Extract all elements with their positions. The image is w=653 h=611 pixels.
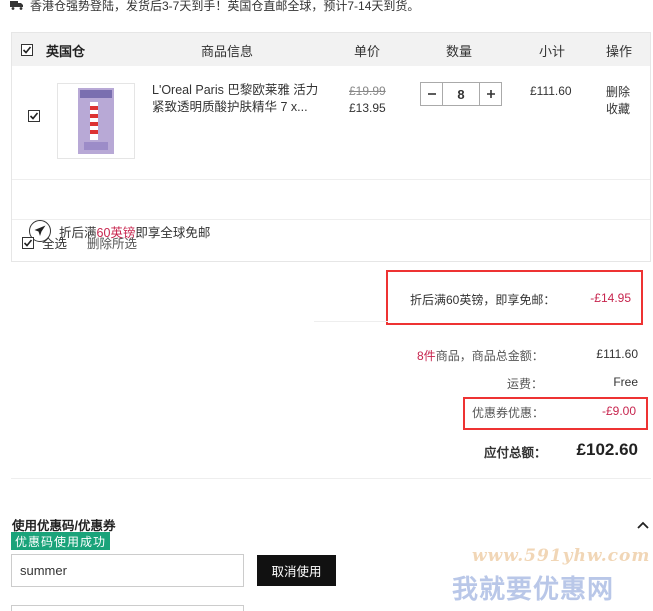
free-shipping-discount-label: 折后满60英镑，即享免邮： [410, 293, 556, 307]
coupon-success-badge: 优惠码使用成功 [11, 532, 111, 550]
shipping-notice: 香港仓强势登陆，发货后3-7天到手！英国仓直邮全球，预计7-14天到货。 [10, 0, 419, 14]
chevron-up-icon[interactable] [637, 518, 649, 532]
delete-link[interactable]: 删除 [606, 84, 630, 101]
col-actions: 操作 [606, 44, 633, 59]
total-value: £102.60 [576, 440, 638, 459]
free-shipping-discount-value: -£14.95 [590, 291, 631, 305]
quantity-value[interactable]: 8 [443, 83, 479, 105]
favorite-link[interactable]: 收藏 [606, 101, 630, 118]
coupon-discount-box: 优惠券优惠： -£9.00 [463, 397, 648, 430]
product-thumbnail[interactable] [57, 83, 135, 159]
col-quantity: 数量 [446, 44, 473, 59]
col-subtotal: 小计 [539, 44, 566, 59]
truck-icon [10, 0, 24, 10]
coupon-code-input[interactable] [11, 554, 244, 587]
item-actions: 删除 收藏 [606, 84, 630, 118]
divider [11, 478, 651, 479]
item-subtotal: £111.60 [530, 84, 572, 98]
divider [314, 321, 388, 322]
warehouse-checkbox[interactable] [21, 44, 33, 56]
delete-selected-link[interactable]: 删除所选 [87, 233, 137, 252]
divider [12, 219, 650, 220]
shipping-value: Free [613, 375, 638, 389]
goods-total-label: 8件商品，商品总金额： [417, 349, 544, 363]
notice-text: 香港仓强势登陆，发货后3-7天到手！英国仓直邮全球，预计7-14天到货。 [30, 0, 420, 13]
item-checkbox[interactable] [28, 110, 40, 122]
total-label: 应付总额： [484, 446, 547, 460]
select-all-label[interactable]: 全选 [42, 233, 67, 252]
minus-icon [427, 93, 436, 95]
select-all-row: 全选 删除所选 [22, 233, 137, 252]
select-all-checkbox[interactable] [22, 236, 34, 249]
cart-header: 英国仓 商品信息 单价 数量 小计 操作 [12, 33, 650, 66]
warehouse-name: 英国仓 [46, 44, 86, 59]
coupon-discount-label: 优惠券优惠： [472, 406, 545, 420]
decrease-quantity-button[interactable] [421, 83, 443, 105]
free-shipping-discount-box: 折后满60英镑，即享免邮： -£14.95 [386, 270, 643, 325]
coupon-discount-value: -£9.00 [601, 404, 636, 418]
plus-icon [486, 90, 495, 98]
col-unit-price: 单价 [354, 44, 381, 59]
col-product: 商品信息 [201, 44, 254, 59]
second-input-field[interactable] [11, 605, 244, 611]
watermark-url: www.591yhw.com [472, 546, 651, 566]
divider [12, 179, 650, 180]
shipping-label: 运费： [507, 377, 544, 391]
goods-total-value: £111.60 [596, 347, 638, 361]
product-name[interactable]: L'Oreal Paris 巴黎欧莱雅 活力紧致透明质酸护肤精华 7 x... [152, 82, 322, 116]
watermark-text: 我就要优惠网 [452, 574, 615, 604]
quantity-stepper: 8 [420, 82, 502, 106]
original-price: £19.99 [349, 84, 386, 98]
watermark: www.591yhw.com 我就要优惠网 [452, 546, 652, 608]
cancel-coupon-button[interactable]: 取消使用 [257, 555, 336, 586]
cart-panel: 英国仓 商品信息 单价 数量 小计 操作 L'Oreal Paris 巴黎欧莱雅… [11, 32, 651, 262]
increase-quantity-button[interactable] [479, 83, 501, 105]
unit-price: £13.95 [349, 101, 386, 115]
